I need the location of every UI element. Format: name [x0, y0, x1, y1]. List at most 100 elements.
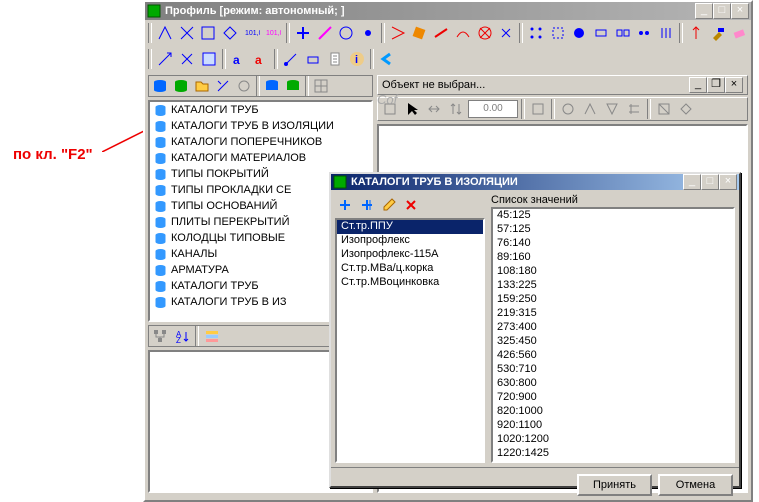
doc-icon[interactable]	[325, 49, 345, 69]
add-icon[interactable]	[335, 195, 355, 215]
type-list[interactable]: Ст.тр.ППУИзопрофлексИзопрофлекс-115АСт.т…	[335, 218, 485, 463]
add-icon[interactable]	[293, 23, 313, 43]
list-item[interactable]: 45:125	[493, 209, 733, 223]
tool-icon[interactable]	[358, 23, 378, 43]
values-list[interactable]: 45:12557:12576:14089:160108:180133:22515…	[491, 207, 735, 463]
list-item[interactable]: Ст.тр.МВа/ц.корка	[337, 262, 483, 276]
back-icon[interactable]	[377, 49, 397, 69]
restore-button[interactable]: ❐	[707, 77, 725, 93]
tool-icon[interactable]	[580, 99, 600, 119]
folder-icon[interactable]	[192, 76, 212, 96]
list-item[interactable]: 76:140	[493, 237, 733, 251]
list-item[interactable]: 159:250	[493, 293, 733, 307]
info-icon[interactable]: i	[347, 49, 367, 69]
tree-item[interactable]: КАТАЛОГИ МАТЕРИАЛОВ	[150, 150, 371, 166]
hierarchy-icon[interactable]	[150, 326, 170, 346]
minimize-button[interactable]: _	[683, 174, 701, 190]
tool-icon[interactable]	[234, 76, 254, 96]
tool-icon[interactable]	[496, 23, 516, 43]
list-item[interactable]: Изопрофлекс-115А	[337, 248, 483, 262]
prop-icon[interactable]	[202, 326, 222, 346]
list-item[interactable]: 720:900	[493, 391, 733, 405]
list-item[interactable]: Изопрофлекс	[337, 234, 483, 248]
db-icon[interactable]	[150, 76, 170, 96]
tool-icon[interactable]	[558, 99, 578, 119]
list-item[interactable]: Ст.тр.ППУ	[337, 220, 483, 234]
list-item[interactable]: 108:180	[493, 265, 733, 279]
tool-icon[interactable]	[431, 23, 451, 43]
tool-icon[interactable]	[475, 23, 495, 43]
tool-icon[interactable]	[220, 23, 240, 43]
tool-icon[interactable]	[654, 99, 674, 119]
tool-icon[interactable]	[198, 23, 218, 43]
text-icon[interactable]: a	[251, 49, 271, 69]
tool-num-icon[interactable]: 101,0	[242, 23, 262, 43]
tool-icon[interactable]	[624, 99, 644, 119]
tool-icon[interactable]	[528, 99, 548, 119]
sort-icon[interactable]: AZ	[172, 326, 192, 346]
tool-icon[interactable]	[303, 49, 323, 69]
add-last-icon[interactable]	[357, 195, 377, 215]
nav-icon[interactable]	[177, 49, 197, 69]
list-item[interactable]: 133:225	[493, 279, 733, 293]
tool-icon[interactable]	[337, 23, 357, 43]
cancel-button[interactable]: Отмена	[658, 474, 733, 496]
close-button[interactable]: ×	[719, 174, 737, 190]
grid-icon[interactable]	[311, 76, 331, 96]
db-icon[interactable]	[283, 76, 303, 96]
list-item[interactable]: 273:400	[493, 321, 733, 335]
zoom-value[interactable]: 0.00	[468, 100, 518, 118]
tool-num-icon[interactable]: 101,0	[263, 23, 283, 43]
list-item[interactable]: 1220:1425	[493, 447, 733, 461]
tool-icon[interactable]	[177, 23, 197, 43]
edit-icon[interactable]	[379, 195, 399, 215]
list-item[interactable]: 57:125	[493, 223, 733, 237]
db-icon[interactable]	[262, 76, 282, 96]
accept-button[interactable]: Принять	[577, 474, 652, 496]
eraser-icon[interactable]	[729, 23, 749, 43]
list-item[interactable]: Ст.тр.МВоцинковка	[337, 276, 483, 290]
list-item[interactable]: 1020:1200	[493, 433, 733, 447]
tree-item[interactable]: КАТАЛОГИ ТРУБ	[150, 102, 371, 118]
pointer-icon[interactable]	[402, 99, 422, 119]
tool-icon[interactable]	[281, 49, 301, 69]
tool-icon[interactable]	[676, 99, 696, 119]
list-item[interactable]: 325:450	[493, 335, 733, 349]
delete-icon[interactable]	[401, 195, 421, 215]
tool-icon[interactable]	[570, 23, 590, 43]
dialog-title-bar[interactable]: КАТАЛОГИ ТРУБ В ИЗОЛЯЦИИ _ □ ×	[331, 174, 739, 190]
tool-icon[interactable]	[424, 99, 444, 119]
tree-item[interactable]: КАТАЛОГИ ПОПЕРЕЧНИКОВ	[150, 134, 371, 150]
tool-icon[interactable]	[213, 76, 233, 96]
tool-icon[interactable]	[591, 23, 611, 43]
tool-icon[interactable]	[656, 23, 676, 43]
minimize-button[interactable]: _	[695, 3, 713, 19]
tool-icon[interactable]	[453, 23, 473, 43]
text-icon[interactable]: a	[229, 49, 249, 69]
nav-icon[interactable]	[155, 49, 175, 69]
list-item[interactable]: 530:710	[493, 363, 733, 377]
list-item[interactable]: 89:160	[493, 251, 733, 265]
tool-icon[interactable]	[602, 99, 622, 119]
list-item[interactable]: 630:800	[493, 377, 733, 391]
close-button[interactable]: ×	[725, 77, 743, 93]
tool-icon[interactable]	[388, 23, 408, 43]
tool-icon[interactable]	[613, 23, 633, 43]
tool-icon[interactable]	[315, 23, 335, 43]
nav-icon[interactable]	[199, 49, 219, 69]
tool-icon[interactable]	[526, 23, 546, 43]
tool-icon[interactable]	[155, 23, 175, 43]
tool-icon[interactable]	[635, 23, 655, 43]
list-item[interactable]: 426:560	[493, 349, 733, 363]
tool-icon[interactable]	[686, 23, 706, 43]
hammer-icon[interactable]	[708, 23, 728, 43]
close-button[interactable]: ×	[731, 3, 749, 19]
list-item[interactable]: 920:1100	[493, 419, 733, 433]
db-icon[interactable]	[171, 76, 191, 96]
tree-item[interactable]: КАТАЛОГИ ТРУБ В ИЗОЛЯЦИИ	[150, 118, 371, 134]
maximize-button[interactable]: □	[713, 3, 731, 19]
list-item[interactable]: 820:1000	[493, 405, 733, 419]
tool-icon[interactable]	[446, 99, 466, 119]
tool-icon[interactable]	[548, 23, 568, 43]
tool-icon[interactable]	[410, 23, 430, 43]
